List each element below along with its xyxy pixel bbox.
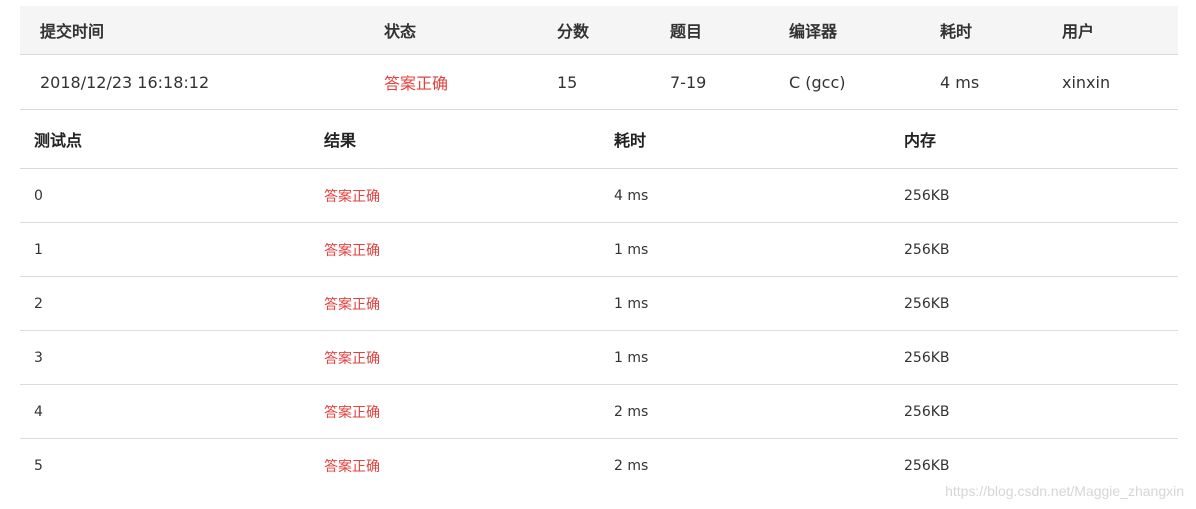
header-case-elapsed: 耗时 — [614, 131, 647, 150]
submit-time: 2018/12/23 16:18:12 — [40, 72, 210, 92]
case-id: 1 — [34, 241, 43, 258]
header-score: 分数 — [557, 22, 590, 41]
case-elapsed: 1 ms — [614, 241, 649, 258]
case-memory: 256KB — [904, 241, 950, 258]
case-result: 答案正确 — [324, 242, 380, 259]
header-status: 状态 — [384, 22, 417, 41]
score-value: 15 — [557, 72, 578, 92]
table-row: 1 答案正确 1 ms 256KB — [20, 223, 1178, 277]
case-id: 3 — [34, 349, 43, 366]
compiler-value: C (gcc) — [789, 72, 846, 92]
case-elapsed: 4 ms — [614, 187, 649, 204]
case-elapsed: 2 ms — [614, 403, 649, 420]
case-result: 答案正确 — [324, 188, 380, 205]
header-result: 结果 — [324, 131, 357, 150]
case-memory: 256KB — [904, 295, 950, 312]
case-elapsed: 1 ms — [614, 349, 649, 366]
case-id: 2 — [34, 295, 43, 312]
case-result: 答案正确 — [324, 350, 380, 367]
header-memory: 内存 — [904, 131, 937, 150]
case-memory: 256KB — [904, 349, 950, 366]
details-header-row: 测试点 结果 耗时 内存 — [20, 110, 1178, 169]
header-test-case: 测试点 — [34, 131, 83, 150]
table-row: 4 答案正确 2 ms 256KB — [20, 385, 1178, 439]
problem-id: 7-19 — [670, 72, 707, 92]
elapsed-value: 4 ms — [940, 72, 980, 92]
case-memory: 256KB — [904, 187, 950, 204]
header-submit-time: 提交时间 — [40, 22, 105, 41]
table-row: 3 答案正确 1 ms 256KB — [20, 331, 1178, 385]
table-row: 0 答案正确 4 ms 256KB — [20, 169, 1178, 223]
watermark: https://blog.csdn.net/Maggie_zhangxin — [945, 483, 1184, 499]
header-problem: 题目 — [670, 22, 703, 41]
header-user: 用户 — [1062, 22, 1095, 41]
case-id: 4 — [34, 403, 43, 420]
summary-header-row: 提交时间 状态 分数 题目 编译器 耗时 用户 — [20, 6, 1178, 55]
case-elapsed: 1 ms — [614, 295, 649, 312]
case-elapsed: 2 ms — [614, 457, 649, 474]
case-result: 答案正确 — [324, 458, 380, 475]
details-body: 0 答案正确 4 ms 256KB 1 答案正确 1 ms 256KB 2 答案… — [20, 169, 1178, 492]
case-id: 0 — [34, 187, 43, 204]
table-row: 2 答案正确 1 ms 256KB — [20, 277, 1178, 331]
status-accepted-link[interactable]: 答案正确 — [384, 55, 448, 109]
case-memory: 256KB — [904, 403, 950, 420]
case-memory: 256KB — [904, 457, 950, 474]
summary-row: 2018/12/23 16:18:12 答案正确 15 7-19 C (gcc)… — [20, 55, 1178, 110]
case-id: 5 — [34, 457, 43, 474]
header-elapsed: 耗时 — [940, 22, 973, 41]
header-compiler: 编译器 — [789, 22, 838, 41]
case-result: 答案正确 — [324, 404, 380, 421]
case-result: 答案正确 — [324, 296, 380, 313]
submission-result: 提交时间 状态 分数 题目 编译器 耗时 用户 2018/12/23 16:18… — [20, 6, 1178, 492]
user-value: xinxin — [1062, 72, 1111, 92]
